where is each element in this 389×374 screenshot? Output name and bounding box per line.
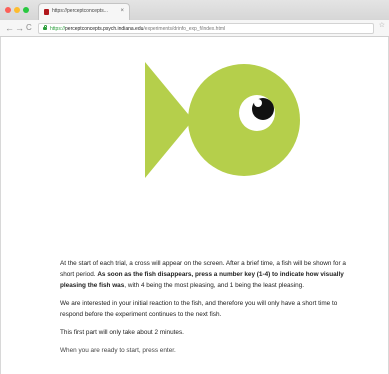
minimize-window-button[interactable]	[14, 7, 20, 13]
lock-icon	[43, 25, 47, 30]
fish-tail	[145, 62, 193, 178]
bookmark-star-icon[interactable]: ☆	[379, 22, 385, 30]
instruction-paragraph-2: We are interested in your initial reacti…	[60, 300, 338, 318]
tab-title: https://perceptconcepts...	[52, 8, 108, 14]
instruction-p1-end: , with 4 being the most pleasing, and 1 …	[124, 282, 305, 289]
browser-tab[interactable]: https://perceptconcepts... ×	[38, 3, 130, 20]
instruction-paragraph-1: At the start of each trial, a cross will…	[60, 258, 360, 291]
url-host: perceptconcepts.psych.indiana.edu	[65, 26, 144, 32]
fish-eye-glint	[254, 99, 262, 107]
reload-icon[interactable]: C	[26, 23, 32, 33]
address-bar[interactable]: https://perceptconcepts.psych.indiana.ed…	[38, 23, 374, 34]
title-bar: https://perceptconcepts... ×	[0, 0, 389, 20]
url-text: https://perceptconcepts.psych.indiana.ed…	[50, 25, 225, 33]
window-edge-left	[0, 37, 1, 374]
back-arrow-icon[interactable]: ←	[5, 23, 14, 33]
browser-window: https://perceptconcepts... × ← → C https…	[0, 0, 389, 374]
browser-toolbar: ← → C https://perceptconcepts.psych.indi…	[0, 20, 389, 37]
instruction-paragraph-3: This first part will only take about 2 m…	[60, 329, 184, 336]
url-scheme: https://	[50, 26, 66, 32]
instructions: At the start of each trial, a cross will…	[60, 258, 360, 363]
favicon-icon	[44, 9, 49, 15]
close-window-button[interactable]	[5, 7, 11, 13]
instruction-paragraph-4: When you are ready to start, press enter…	[60, 347, 176, 354]
fish-icon	[145, 62, 300, 178]
forward-arrow-icon[interactable]: →	[15, 23, 24, 33]
tab-close-icon[interactable]: ×	[120, 7, 124, 15]
url-path: /experiments/drinfo_exp_f/index.html	[143, 26, 226, 32]
zoom-window-button[interactable]	[23, 7, 29, 13]
